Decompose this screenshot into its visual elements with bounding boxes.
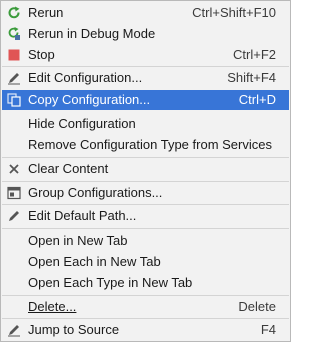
menu-item-rerun[interactable]: Rerun Ctrl+Shift+F10 [2,3,289,23]
menu-separator [2,295,289,296]
jump-source-icon [8,325,20,337]
menu-item-label: Remove Configuration Type from Services [28,137,272,152]
menu-item-label: Open Each in New Tab [28,254,161,269]
copy-icon [7,93,21,107]
menu-item-label: Delete... [28,299,77,314]
menu-separator [2,157,289,158]
menu-item-hide-configuration[interactable]: Hide Configuration [2,114,289,134]
menu-item-stop[interactable]: Stop Ctrl+F2 [2,45,289,65]
menu-item-rerun-debug[interactable]: Rerun in Debug Mode [2,24,289,44]
stop-icon [8,49,20,61]
menu-item-group-configurations[interactable]: Group Configurations... [2,183,289,203]
close-icon [9,164,19,174]
menu-item-label: Group Configurations... [28,185,163,200]
context-menu: Rerun Ctrl+Shift+F10 Rerun in Debug Mode… [0,0,291,342]
menu-item-shortcut: F4 [260,322,276,337]
menu-item-label: Open in New Tab [28,233,128,248]
menu-item-label: Edit Default Path... [28,208,137,223]
menu-item-label: Copy Configuration... [28,92,151,107]
menu-item-shortcut: Ctrl+D [238,92,276,107]
menu-separator [2,204,289,205]
menu-separator [2,66,289,67]
menu-item-shortcut: Shift+F4 [227,70,276,85]
rerun-icon [8,6,20,19]
menu-item-shortcut: Ctrl+F2 [233,47,276,62]
menu-item-shortcut: Delete [238,299,276,314]
menu-item-label: Open Each Type in New Tab [28,275,193,290]
menu-item-delete[interactable]: Delete... Delete [2,297,289,317]
menu-item-label: Rerun in Debug Mode [28,26,156,41]
menu-item-open-each-in-new-tab[interactable]: Open Each in New Tab [2,252,289,272]
menu-item-shortcut: Ctrl+Shift+F10 [192,5,276,20]
menu-item-jump-to-source[interactable]: Jump to Source F4 [2,320,289,340]
menu-separator [2,318,289,319]
menu-item-edit-configuration[interactable]: Edit Configuration... Shift+F4 [2,68,289,88]
menu-item-open-each-type-in-new-tab[interactable]: Open Each Type in New Tab [2,273,289,293]
pencil-icon [9,211,19,221]
menu-item-remove-configuration-type[interactable]: Remove Configuration Type from Services [2,135,289,155]
menu-item-label: Clear Content [28,161,109,176]
menu-item-label: Jump to Source [28,322,120,337]
menu-item-label: Hide Configuration [28,116,136,131]
group-icon [7,186,21,200]
menu-item-edit-default-path[interactable]: Edit Default Path... [2,206,289,226]
menu-item-open-in-new-tab[interactable]: Open in New Tab [2,231,289,251]
rerun-debug-icon [8,27,20,40]
menu-item-label: Edit Configuration... [28,70,143,85]
menu-item-label: Rerun [28,5,64,20]
menu-separator [2,228,289,229]
menu-separator [2,181,289,182]
menu-item-copy-configuration[interactable]: Copy Configuration... Ctrl+D [2,90,289,110]
menu-item-clear-content[interactable]: Clear Content [2,159,289,179]
menu-item-label: Stop [28,47,55,62]
pencil-icon [8,73,20,85]
